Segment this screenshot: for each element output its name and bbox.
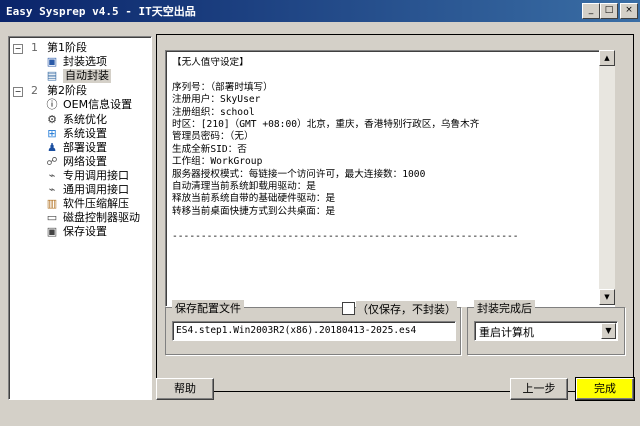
navigation-tree[interactable]: − 1 第1阶段 ▣ 封装选项 ▤ 自动封装 − 2 第2阶段 ⓘ OEM信息设… xyxy=(8,36,152,400)
tree-item-software-compress[interactable]: ▥ 软件压缩解压 xyxy=(9,197,149,211)
tree-item-save-settings[interactable]: ▣ 保存设置 xyxy=(9,225,149,239)
windows-icon: ⊞ xyxy=(47,127,57,140)
tree-item-label: 部署设置 xyxy=(63,141,107,154)
tree-item-auto-packaging[interactable]: ▤ 自动封装 xyxy=(9,69,149,83)
finish-button[interactable]: 完成 xyxy=(575,377,635,401)
tree-phase-2[interactable]: − 2 第2阶段 xyxy=(9,84,149,98)
tree-phase-label: 第2阶段 xyxy=(47,84,87,97)
after-complete-group: 封装完成后 重启计算机 ▼ xyxy=(467,300,625,355)
tree-item-disk-controller[interactable]: ▭ 磁盘控制器驱动 xyxy=(9,211,149,225)
gear-icon: ⚙ xyxy=(47,113,57,126)
save-config-group: 保存配置文件 （仅保存，不封装） ES4.step1.Win2003R2(x86… xyxy=(165,300,461,355)
scroll-down-icon[interactable]: ▼ xyxy=(599,289,615,305)
title-bar[interactable]: Easy Sysprep v4.5 - IT天空出品 _ □ × xyxy=(0,0,640,22)
close-button[interactable]: × xyxy=(620,3,638,19)
after-complete-value: 重启计算机 xyxy=(479,326,534,339)
help-button[interactable]: 帮助 xyxy=(156,378,214,400)
tree-item-label: 软件压缩解压 xyxy=(63,197,129,210)
main-window: Easy Sysprep v4.5 - IT天空出品 _ □ × − 1 第1阶… xyxy=(0,0,640,426)
tree-item-label: OEM信息设置 xyxy=(63,98,133,111)
tree-item-generic-interface[interactable]: ⌁ 通用调用接口 xyxy=(9,183,149,197)
prev-button[interactable]: 上一步 xyxy=(510,378,568,400)
minimize-button[interactable]: _ xyxy=(582,3,600,19)
computer-icon: ▤ xyxy=(46,69,58,82)
users-icon: ♟ xyxy=(47,141,57,154)
tree-item-label: 系统优化 xyxy=(63,113,107,126)
tree-item-packaging-options[interactable]: ▣ 封装选项 xyxy=(9,55,149,69)
network-icon: ☍ xyxy=(46,155,58,168)
after-complete-select[interactable]: 重启计算机 ▼ xyxy=(474,321,618,341)
chevron-down-icon[interactable]: ▼ xyxy=(601,323,616,339)
after-complete-title: 封装完成后 xyxy=(474,300,535,316)
unattended-settings-textarea[interactable]: 【无人值守设定】 序列号：（部署时填写） 注册用户：SkyUser 注册组织：s… xyxy=(165,50,615,307)
tree-item-label: 专用调用接口 xyxy=(63,169,129,182)
disk-icon: ▭ xyxy=(46,211,58,224)
tree-item-network-settings[interactable]: ☍ 网络设置 xyxy=(9,155,149,169)
save-only-checkbox[interactable] xyxy=(342,302,355,315)
phase-number-icon: 2 xyxy=(31,84,38,97)
tree-phase-1[interactable]: − 1 第1阶段 xyxy=(9,41,149,55)
collapse-icon[interactable]: − xyxy=(13,87,23,97)
scroll-up-icon[interactable]: ▲ xyxy=(599,50,615,66)
info-icon: ⓘ xyxy=(46,98,58,111)
tree-item-label: 封装选项 xyxy=(63,55,107,68)
tree-item-label: 磁盘控制器驱动 xyxy=(63,211,140,224)
settings-summary-text: 【无人值守设定】 序列号：（部署时填写） 注册用户：SkyUser 注册组织：s… xyxy=(172,57,519,242)
tree-phase-label: 第1阶段 xyxy=(47,41,87,54)
tree-item-oem-info[interactable]: ⓘ OEM信息设置 xyxy=(9,98,149,112)
tree-item-dedicated-interface[interactable]: ⌁ 专用调用接口 xyxy=(9,169,149,183)
tree-item-deploy-settings[interactable]: ♟ 部署设置 xyxy=(9,141,149,155)
collapse-icon[interactable]: − xyxy=(13,44,23,54)
tree-item-label: 自动封装 xyxy=(63,69,111,83)
plugin-icon: ⌁ xyxy=(48,183,56,196)
tree-item-system-settings[interactable]: ⊞ 系统设置 xyxy=(9,127,149,141)
config-filename-field[interactable]: ES4.step1.Win2003R2(x86).20180413-2025.e… xyxy=(172,321,456,341)
monitor-icon: ▣ xyxy=(46,55,58,68)
window-title: Easy Sysprep v4.5 - IT天空出品 xyxy=(6,5,196,18)
tree-item-label: 通用调用接口 xyxy=(63,183,129,196)
maximize-button[interactable]: □ xyxy=(600,3,618,19)
save-only-label: （仅保存，不封装） xyxy=(356,301,457,317)
save-icon: ▣ xyxy=(46,225,58,238)
tree-item-system-optimize[interactable]: ⚙ 系统优化 xyxy=(9,113,149,127)
phase-number-icon: 1 xyxy=(31,41,38,54)
tree-item-label: 保存设置 xyxy=(63,225,107,238)
save-config-title: 保存配置文件 xyxy=(172,300,244,316)
content-panel: 【无人值守设定】 序列号：（部署时填写） 注册用户：SkyUser 注册组织：s… xyxy=(156,34,634,392)
plugin-icon: ⌁ xyxy=(48,169,56,182)
archive-icon: ▥ xyxy=(46,197,58,210)
tree-item-label: 系统设置 xyxy=(63,127,107,140)
tree-item-label: 网络设置 xyxy=(63,155,107,168)
vertical-scrollbar[interactable]: ▲ ▼ xyxy=(599,50,615,305)
